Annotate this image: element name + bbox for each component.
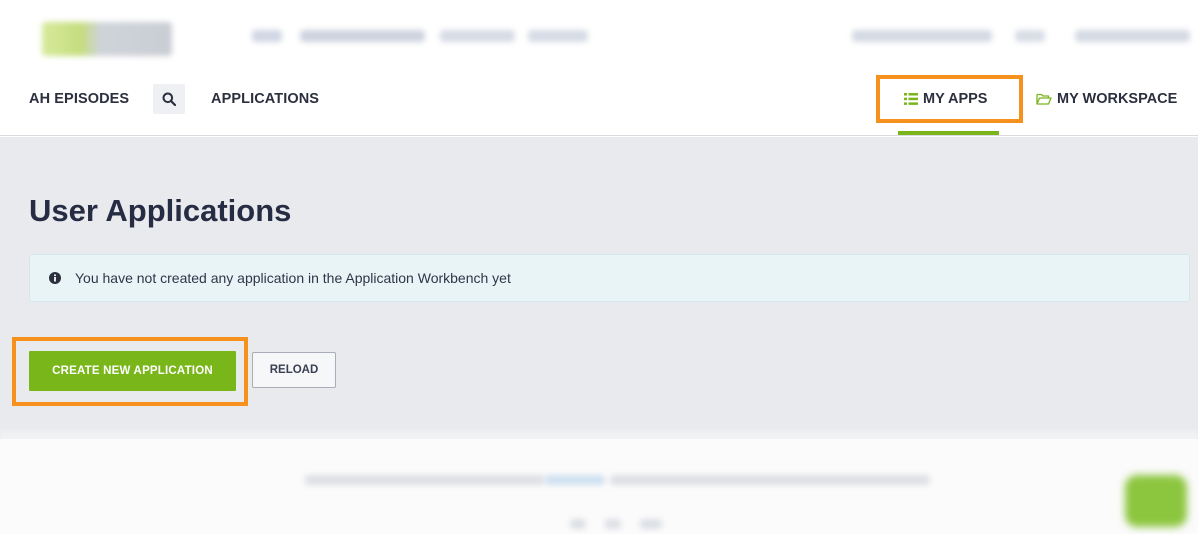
search-button[interactable]: [153, 84, 185, 114]
nav-brand[interactable]: AH EPISODES: [29, 91, 129, 107]
active-tab-indicator: [898, 131, 999, 135]
footer-icon[interactable]: [640, 519, 662, 529]
tab-my-workspace-label: MY WORKSPACE: [1057, 91, 1178, 107]
top-nav-item[interactable]: [440, 30, 515, 42]
top-header: [0, 0, 1198, 72]
search-icon: [162, 92, 176, 106]
top-nav-item[interactable]: [528, 30, 588, 42]
reload-button[interactable]: RELOAD: [252, 352, 336, 388]
chat-widget-button[interactable]: [1125, 475, 1187, 527]
top-nav-item[interactable]: [300, 30, 425, 42]
top-nav-item[interactable]: [852, 30, 992, 42]
top-nav-item[interactable]: [1015, 30, 1045, 42]
nav-applications[interactable]: APPLICATIONS: [211, 91, 319, 107]
info-circle-icon: [49, 272, 61, 284]
footer-link[interactable]: [545, 475, 605, 485]
footer-text: [610, 475, 930, 485]
footer-text: [305, 475, 545, 485]
footer-icon[interactable]: [570, 519, 586, 529]
footer-icon[interactable]: [605, 519, 621, 529]
tab-my-workspace[interactable]: MY WORKSPACE: [1036, 91, 1177, 107]
info-message: You have not created any application in …: [75, 270, 511, 286]
folder-open-icon: [1036, 93, 1052, 105]
info-alert: You have not created any application in …: [29, 254, 1190, 302]
footer: [0, 439, 1198, 534]
logo: [42, 22, 172, 56]
top-nav-item[interactable]: [252, 30, 282, 42]
highlight-create-button: [12, 337, 248, 406]
top-nav-item[interactable]: [1075, 30, 1190, 42]
highlight-my-apps: [876, 75, 1023, 123]
page-title: User Applications: [29, 193, 292, 228]
